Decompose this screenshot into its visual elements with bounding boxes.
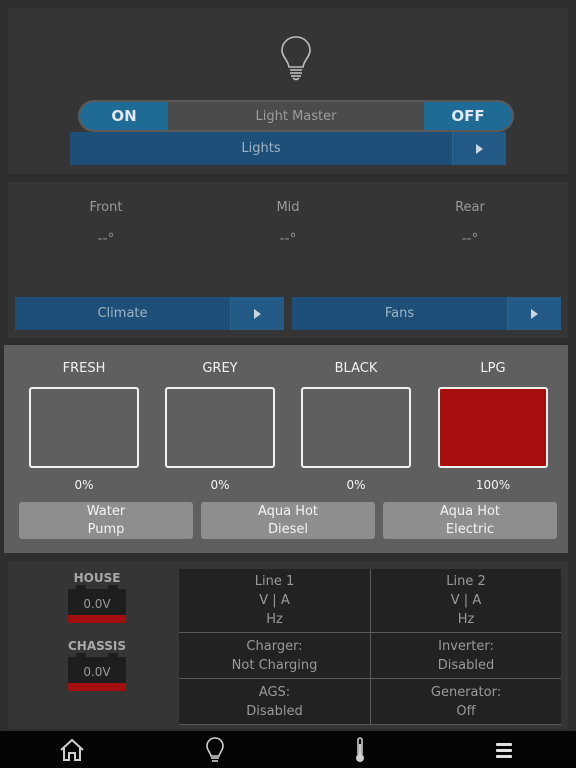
thermometer-icon bbox=[356, 736, 364, 762]
charger-value: Not Charging bbox=[231, 657, 318, 673]
chassis-battery[interactable]: CHASSIS 0.0V bbox=[66, 639, 128, 691]
lighting-panel: ON Light Master OFF Lights bbox=[8, 8, 568, 174]
menu-tab[interactable] bbox=[484, 731, 524, 768]
button-line-1: Aqua Hot bbox=[439, 504, 501, 519]
climate-zone-front[interactable]: Front --° bbox=[46, 200, 166, 247]
generator-cell[interactable]: Generator: Off bbox=[371, 679, 561, 724]
battery-name: CHASSIS bbox=[68, 639, 126, 653]
lightbulb-icon bbox=[281, 36, 311, 81]
home-icon bbox=[60, 738, 84, 761]
aqua-hot-diesel-button[interactable]: Aqua Hot Diesel bbox=[201, 502, 375, 539]
tank-level-box bbox=[301, 387, 411, 468]
tank-level-box bbox=[29, 387, 139, 468]
battery-voltage: 0.0V bbox=[83, 597, 111, 611]
aqua-hot-electric-button[interactable]: Aqua Hot Electric bbox=[383, 502, 557, 539]
button-line-1: Aqua Hot bbox=[257, 504, 319, 519]
chevron-right-icon bbox=[230, 297, 284, 330]
zone-temperature: --° bbox=[279, 231, 297, 247]
lights-tab[interactable] bbox=[195, 731, 235, 768]
line-1-units: V | A bbox=[259, 593, 290, 608]
inverter-value: Disabled bbox=[437, 657, 495, 673]
house-battery[interactable]: HOUSE 0.0V bbox=[66, 571, 128, 623]
climate-nav-label: Climate bbox=[97, 306, 148, 321]
climate-tab[interactable] bbox=[340, 731, 380, 768]
tank-name: BLACK bbox=[334, 361, 378, 376]
chevron-right-icon bbox=[452, 132, 506, 165]
battery-name: HOUSE bbox=[73, 571, 121, 585]
line-2-units: V | A bbox=[450, 593, 482, 608]
light-master-toggle: ON Light Master OFF bbox=[78, 100, 514, 132]
tanks-panel: FRESH 0% GREY 0% BLACK 0% LPG 100% Water… bbox=[4, 345, 568, 553]
tank-black: BLACK 0% bbox=[301, 361, 411, 492]
power-panel: HOUSE 0.0V CHASSIS 0.0V Line 1 V | A Hz … bbox=[8, 561, 568, 729]
tank-name: GREY bbox=[202, 361, 238, 376]
zone-name: Rear bbox=[455, 200, 485, 215]
light-master-on-button[interactable]: ON bbox=[80, 102, 168, 130]
ags-label: AGS: bbox=[258, 684, 291, 700]
generator-value: Off bbox=[456, 703, 476, 719]
home-tab[interactable] bbox=[52, 731, 92, 768]
menu-icon bbox=[496, 742, 512, 758]
light-master-label: Light Master bbox=[255, 108, 337, 124]
battery-status-bar bbox=[68, 615, 126, 623]
charger-label: Charger: bbox=[246, 638, 303, 654]
fans-nav-button[interactable]: Fans bbox=[292, 297, 561, 330]
zone-name: Front bbox=[89, 200, 123, 215]
battery-status-bar bbox=[68, 683, 126, 691]
button-line-2: Diesel bbox=[267, 522, 308, 537]
line-1-frequency: Hz bbox=[266, 612, 283, 627]
tank-grey: GREY 0% bbox=[165, 361, 275, 492]
climate-panel: Front --° Mid --° Rear --° Climate Fans bbox=[8, 182, 568, 338]
tank-fresh: FRESH 0% bbox=[29, 361, 139, 492]
tank-level-box bbox=[438, 387, 548, 468]
water-pump-button[interactable]: Water Pump bbox=[19, 502, 193, 539]
line-2-frequency: Hz bbox=[457, 612, 475, 627]
tank-level-percent: 100% bbox=[475, 478, 511, 492]
button-line-1: Water bbox=[86, 504, 126, 519]
battery-icon: 0.0V bbox=[68, 585, 126, 623]
climate-nav-button[interactable]: Climate bbox=[15, 297, 284, 330]
button-line-2: Pump bbox=[87, 522, 125, 537]
lightbulb-icon bbox=[206, 736, 224, 762]
line-2-cell[interactable]: Line 2 V | A Hz bbox=[371, 569, 561, 632]
zone-name: Mid bbox=[276, 200, 300, 215]
zone-temperature: --° bbox=[97, 231, 115, 247]
tank-lpg: LPG 100% bbox=[438, 361, 548, 492]
tank-name: FRESH bbox=[62, 361, 106, 376]
fans-nav-label: Fans bbox=[384, 306, 415, 321]
battery-icon: 0.0V bbox=[68, 653, 126, 691]
line-2-title: Line 2 bbox=[446, 574, 486, 589]
charger-cell[interactable]: Charger: Not Charging bbox=[179, 633, 370, 678]
lights-nav-button[interactable]: Lights bbox=[70, 132, 506, 165]
zone-temperature: --° bbox=[461, 231, 479, 247]
tank-name: LPG bbox=[480, 361, 506, 376]
tank-level-percent: 0% bbox=[346, 478, 366, 492]
button-line-2: Electric bbox=[445, 522, 495, 537]
line-1-cell[interactable]: Line 1 V | A Hz bbox=[179, 569, 370, 632]
power-status-grid: Line 1 V | A Hz Line 2 V | A Hz Charger:… bbox=[179, 569, 561, 725]
inverter-cell[interactable]: Inverter: Disabled bbox=[371, 633, 561, 678]
ags-cell[interactable]: AGS: Disabled bbox=[179, 679, 370, 724]
inverter-label: Inverter: bbox=[438, 638, 494, 654]
lights-nav-label: Lights bbox=[241, 141, 281, 156]
generator-label: Generator: bbox=[430, 684, 502, 700]
ags-value: Disabled bbox=[246, 703, 303, 719]
tank-level-box bbox=[165, 387, 275, 468]
bottom-navigation bbox=[0, 731, 576, 768]
chevron-right-icon bbox=[507, 297, 561, 330]
tank-level-percent: 0% bbox=[74, 478, 94, 492]
climate-zone-rear[interactable]: Rear --° bbox=[410, 200, 530, 247]
climate-zone-mid[interactable]: Mid --° bbox=[228, 200, 348, 247]
tank-level-percent: 0% bbox=[210, 478, 230, 492]
battery-voltage: 0.0V bbox=[83, 665, 111, 679]
line-1-title: Line 1 bbox=[254, 574, 295, 589]
light-master-off-button[interactable]: OFF bbox=[424, 102, 512, 130]
